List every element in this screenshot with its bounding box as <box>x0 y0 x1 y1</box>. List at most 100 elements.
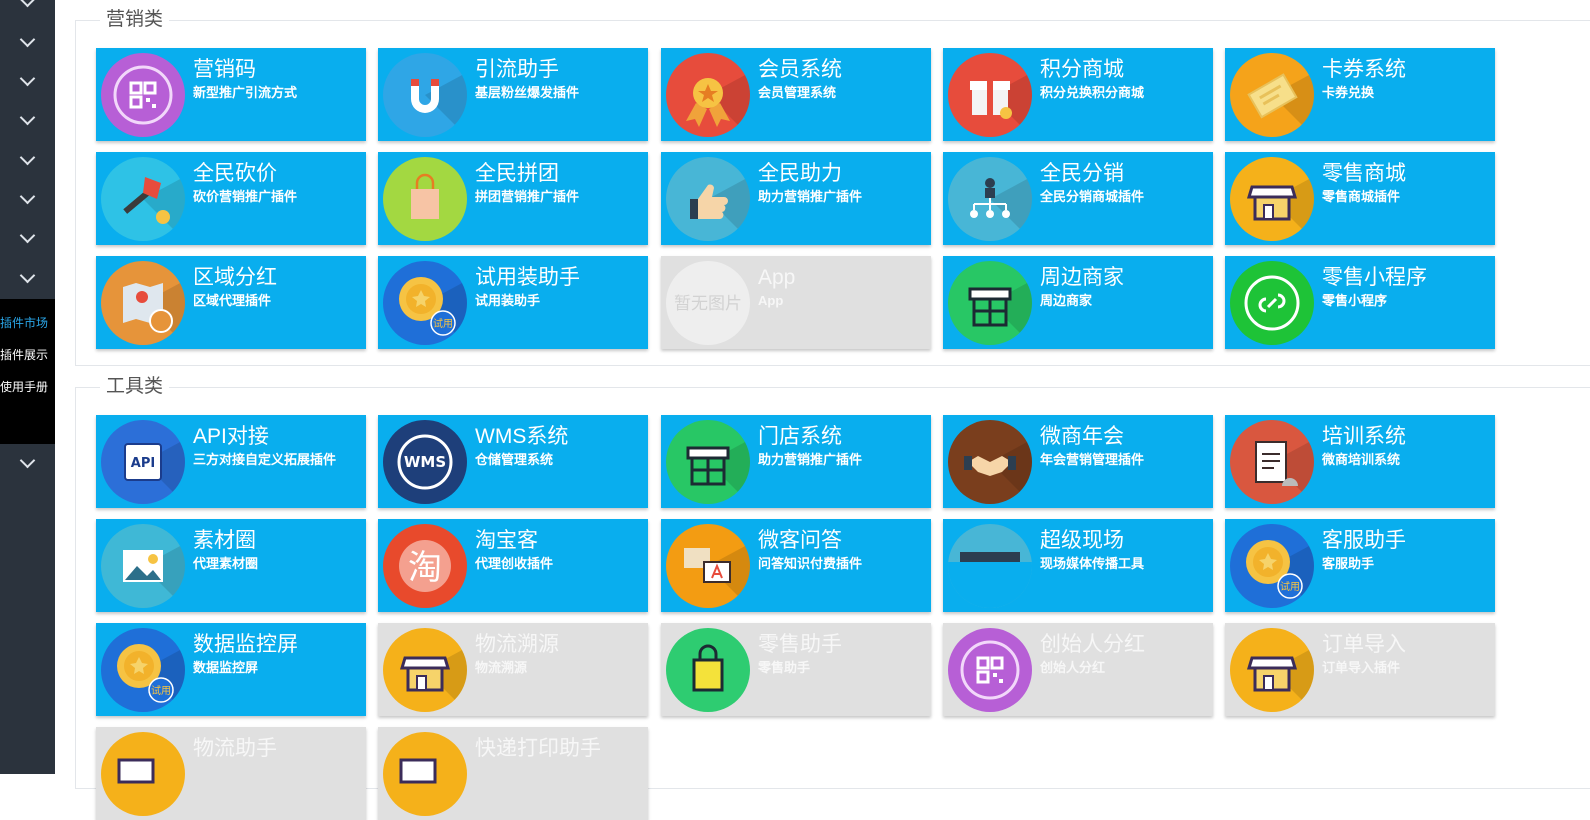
chevron-down-icon[interactable] <box>19 188 36 205</box>
plugin-tile[interactable]: 门店系统 助力营销推广插件 <box>661 415 931 508</box>
plugin-name: 素材圈 <box>193 529 256 552</box>
plugin-description: App <box>758 293 784 308</box>
axe-icon <box>101 157 185 241</box>
submenu-item-market[interactable]: 插件市场 <box>0 313 55 333</box>
plugin-tile[interactable]: API API对接 三方对接自定义拓展插件 <box>96 415 366 508</box>
chevron-down-icon[interactable] <box>19 109 36 126</box>
plugin-tile[interactable]: 零售商城 零售商城插件 <box>1225 152 1495 245</box>
plugin-tile[interactable]: 微商年会 年会营销管理插件 <box>943 415 1213 508</box>
submenu-item-showcase[interactable]: 插件展示 <box>0 345 55 365</box>
plugin-tile[interactable]: 全民拼团 拼团营销推广插件 <box>378 152 648 245</box>
plugin-name: 引流助手 <box>475 58 559 81</box>
trial-badge-icon: 试用 <box>1230 524 1314 608</box>
qrcode-icon <box>101 53 185 137</box>
chevron-down-icon[interactable] <box>19 31 36 48</box>
plugin-name: WMS系统 <box>475 425 569 448</box>
plugin-description: 新型推广引流方式 <box>193 85 298 100</box>
map-handshake-icon <box>101 261 185 345</box>
plugin-tile[interactable]: 周边商家 周边商家 <box>943 256 1213 349</box>
plugin-tile[interactable]: 会员系统 会员管理系统 <box>661 48 931 141</box>
plugin-name: 零售商城 <box>1322 162 1406 185</box>
chevron-down-icon[interactable] <box>19 70 36 87</box>
plugin-tile[interactable]: 素材圈 代理素材圈 <box>96 519 366 612</box>
plugin-name: 零售小程序 <box>1322 266 1427 289</box>
trial-badge-icon: 试用 <box>383 261 467 345</box>
plugin-tile[interactable]: WMS WMS系统 仓储管理系统 <box>378 415 648 508</box>
plugin-description: 零售助手 <box>758 660 811 675</box>
plugin-tile[interactable]: 引流助手 基层粉丝爆发插件 <box>378 48 648 141</box>
plugin-tile[interactable]: 微客问答 问答知识付费插件 <box>661 519 931 612</box>
plugin-name: API对接 <box>193 425 269 448</box>
plugin-description: 问答知识付费插件 <box>758 556 863 571</box>
handshake-icon <box>948 420 1032 504</box>
svg-text:淘: 淘 <box>408 548 442 588</box>
plugin-description: 卡券兑换 <box>1322 85 1375 100</box>
wms-icon: WMS <box>383 420 467 504</box>
plugin-name: 卡券系统 <box>1322 58 1406 81</box>
plugin-tile[interactable]: 零售助手 零售助手 <box>661 623 931 716</box>
plugin-tile[interactable]: 营销码 新型推广引流方式 <box>96 48 366 141</box>
medal-icon <box>666 53 750 137</box>
truck-icon <box>383 732 467 816</box>
plugin-description: 全民分销商城插件 <box>1040 189 1145 204</box>
plugin-description: 订单导入插件 <box>1322 660 1401 675</box>
chevron-down-icon[interactable] <box>19 0 36 8</box>
plugin-tile[interactable]: 培训系统 微商培训系统 <box>1225 415 1495 508</box>
picture-icon <box>101 524 185 608</box>
plugin-tile[interactable]: 淘 淘宝客代理创收插件 <box>378 519 648 612</box>
chevron-down-icon[interactable] <box>19 149 36 166</box>
plugin-tile[interactable]: 试用 试用装助手 试用装助手 <box>378 256 648 349</box>
plugin-description: 物流溯源 <box>475 660 528 675</box>
plugin-description: 代理素材圈 <box>193 556 259 571</box>
qa-icon <box>666 524 750 608</box>
org-chart-icon <box>948 157 1032 241</box>
plugin-tile[interactable]: 区域分红 区域代理插件 <box>96 256 366 349</box>
plugin-tile[interactable]: 订单导入 订单导入插件 <box>1225 623 1495 716</box>
plugin-description: 数据监控屏 <box>193 660 259 675</box>
plugin-tile[interactable]: 试用 客服助手 客服助手 <box>1225 519 1495 612</box>
taobao-icon: 淘 <box>383 524 467 608</box>
plugin-tile[interactable]: 全民分销全民分销商城插件 <box>943 152 1213 245</box>
plugin-tile[interactable]: 零售小程序 零售小程序 <box>1225 256 1495 349</box>
plugin-description: 客服助手 <box>1322 556 1375 571</box>
plugin-name: 淘宝客 <box>475 529 538 552</box>
plugin-name: 全民分销 <box>1040 162 1124 185</box>
clipboard-bell-icon <box>1230 420 1314 504</box>
plugin-description: 助力营销推广插件 <box>758 189 863 204</box>
submenu-item-manual[interactable]: 使用手册 <box>0 377 55 397</box>
trial-badge-icon: 试用 <box>101 628 185 712</box>
plugin-tile[interactable]: 试用 数据监控屏 数据监控屏 <box>96 623 366 716</box>
plugin-name: 全民砍价 <box>193 162 277 185</box>
plugin-description: 周边商家 <box>1040 293 1093 308</box>
plugin-name: 零售助手 <box>758 633 842 656</box>
plugin-tile[interactable]: 积分商城 积分兑换积分商城 <box>943 48 1213 141</box>
chevron-down-icon[interactable] <box>19 267 36 284</box>
plugin-tile[interactable]: 物流溯源 物流溯源 <box>378 623 648 716</box>
magnet-icon <box>383 53 467 137</box>
shopping-bag-icon <box>666 628 750 712</box>
plugin-name: 数据监控屏 <box>193 633 298 656</box>
storefront-icon <box>1230 157 1314 241</box>
plugin-tile[interactable]: 全民助力 助力营销推广插件 <box>661 152 931 245</box>
plugin-tile[interactable]: 创始人分红 创始人分红 <box>943 623 1213 716</box>
plugin-tile[interactable]: 暂无图片 App App <box>661 256 931 349</box>
plugin-name: 创始人分红 <box>1040 633 1145 656</box>
plugin-tile[interactable]: 全民砍价砍价营销推广插件 <box>96 152 366 245</box>
plugin-name: 会员系统 <box>758 58 842 81</box>
plugin-name: 区域分红 <box>193 266 277 289</box>
qrcode-icon <box>948 628 1032 712</box>
plugin-name: 微商年会 <box>1040 425 1124 448</box>
plugin-submenu: 插件市场 插件展示 使用手册 <box>0 299 55 444</box>
shopping-bag-icon <box>383 157 467 241</box>
chevron-down-icon[interactable] <box>19 452 36 469</box>
plugin-description: 代理创收插件 <box>475 556 554 571</box>
plugin-tile[interactable]: 卡券系统 卡券兑换 <box>1225 48 1495 141</box>
trial-badge-text: 试用 <box>1280 580 1300 593</box>
plugin-name: 物流溯源 <box>475 633 559 656</box>
storefront-icon <box>1230 628 1314 712</box>
group-title-tools: 工具类 <box>100 375 170 399</box>
plugin-description: 试用装助手 <box>475 293 541 308</box>
chevron-down-icon[interactable] <box>19 227 36 244</box>
plugin-description: 砍价营销推广插件 <box>193 189 298 204</box>
plugin-tile[interactable]: 超级现场 现场媒体传播工具 <box>943 519 1213 612</box>
